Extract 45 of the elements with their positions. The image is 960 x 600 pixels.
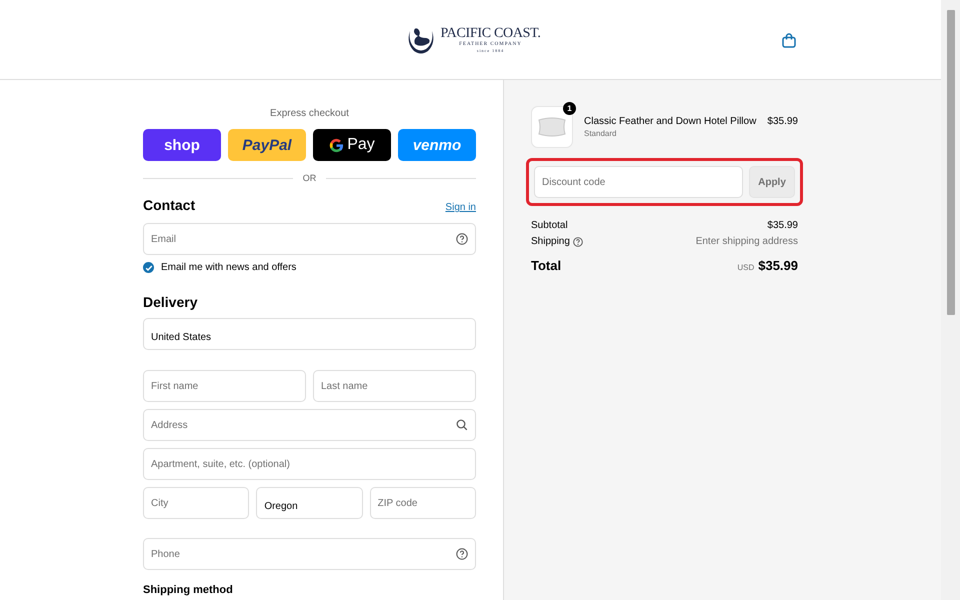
email-field[interactable]: Email (143, 223, 476, 255)
currency-code: USD (737, 263, 754, 272)
contact-heading: Contact (143, 197, 196, 213)
newsletter-checkbox[interactable] (143, 262, 154, 273)
apply-button[interactable]: Apply (749, 166, 795, 198)
or-divider-text: OR (302, 173, 316, 183)
input-field[interactable]: Phone (143, 538, 476, 570)
select-field[interactable]: Oregon (256, 487, 363, 519)
help-icon[interactable] (572, 236, 583, 246)
gpay-pay-button[interactable]: Pay (313, 129, 391, 161)
product-variant: Standard (584, 129, 618, 138)
shopping-bag-icon[interactable] (782, 33, 796, 48)
help-icon[interactable] (456, 233, 468, 245)
input-field[interactable]: Address (143, 409, 476, 441)
select-field[interactable]: United States (143, 318, 476, 350)
newsletter-label: Email me with news and offers (161, 262, 296, 273)
pillow-photo-placeholder (531, 106, 573, 148)
sign-in-link[interactable]: Sign in (445, 202, 476, 213)
search-icon[interactable] (456, 419, 468, 431)
help-icon[interactable] (456, 548, 468, 560)
total-label: Total (531, 258, 562, 273)
g-logo-icon (329, 138, 344, 152)
shipping-method-heading: Shipping method (143, 584, 234, 596)
input-field[interactable]: ZIP code (370, 487, 476, 519)
scrollbar[interactable] (941, 0, 960, 600)
subtotal-label: Subtotal (531, 220, 568, 231)
input-field[interactable]: First name (143, 370, 306, 402)
logo-wordmark: PACIFIC COAST. (440, 26, 541, 40)
input-field[interactable]: Last name (313, 370, 476, 402)
input-field[interactable]: Apartment, suite, etc. (optional) (143, 448, 476, 480)
delivery-heading: Delivery (143, 294, 198, 310)
shop-pay-button[interactable]: shop (143, 129, 221, 161)
product-name: Classic Feather and Down Hotel Pillow (584, 116, 758, 127)
quantity-badge: 1 (563, 102, 576, 115)
input-field[interactable]: City (143, 487, 250, 519)
shipping-value: Enter shipping address (696, 236, 798, 247)
paypal-pay-button[interactable]: PayPal (228, 129, 306, 161)
subtotal-value: $35.99 (767, 220, 798, 231)
scrollbar-thumb[interactable] (946, 10, 954, 315)
venmo-pay-button[interactable]: venmo (398, 129, 476, 161)
total-value: $35.99 (758, 258, 798, 273)
product-price: $35.99 (767, 116, 798, 127)
shipping-label: Shipping (531, 236, 570, 247)
discount-code-field[interactable]: Discount code (534, 166, 743, 198)
express-checkout-label: Express checkout (269, 108, 350, 119)
